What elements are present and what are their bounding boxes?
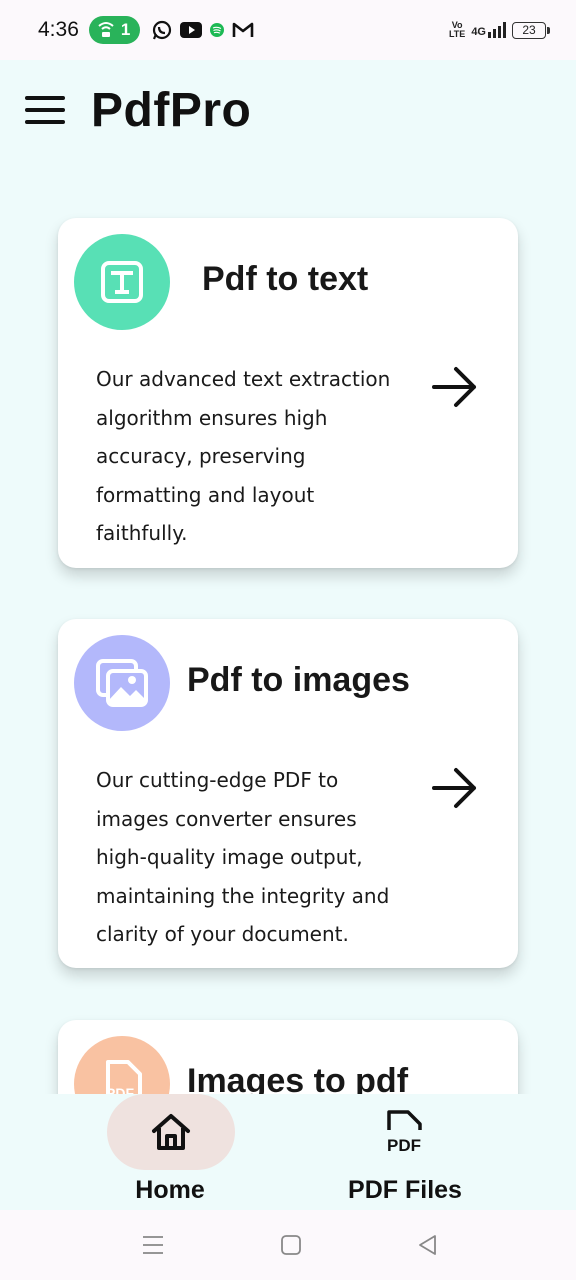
back-icon[interactable] [416, 1234, 440, 1256]
arrow-right-icon[interactable] [432, 364, 478, 410]
hotspot-indicator: 1 [88, 16, 141, 44]
svg-text:PDF: PDF [387, 1136, 421, 1154]
battery-icon: 23 [512, 21, 550, 39]
volte-indicator: Vo LTE [448, 20, 466, 39]
pdf-file-icon: PDF [387, 1110, 422, 1154]
pdf-to-text-card[interactable]: Pdf to text Our advanced text extraction… [58, 218, 518, 568]
app-bar: PdfPro [0, 60, 576, 160]
card-icon-badge [74, 234, 170, 330]
nav-home[interactable]: Home [70, 1094, 270, 1210]
hotspot-count: 1 [120, 20, 131, 39]
card-title: Pdf to images [187, 661, 410, 699]
nav-home-label: Home [135, 1176, 205, 1204]
card-icon-badge: PDF [74, 1036, 170, 1094]
gmail-icon [233, 22, 254, 37]
nav-pdf-files-label: PDF Files [348, 1176, 462, 1204]
youtube-icon [180, 22, 203, 38]
feature-list[interactable]: Pdf to text Our advanced text extraction… [0, 160, 576, 1094]
status-bar: 4:36 1 Vo LTE 4G 23 [0, 0, 576, 60]
network-type: 4G [471, 26, 486, 38]
images-to-pdf-card[interactable]: PDF Images to pdf [58, 1020, 518, 1094]
card-title: Pdf to text [202, 260, 369, 298]
notification-icons [152, 20, 254, 40]
whatsapp-icon [153, 20, 172, 40]
signal-icon [488, 22, 506, 38]
status-time: 4:36 [38, 18, 79, 41]
battery-level: 23 [522, 23, 536, 37]
card-description: Our advanced text extraction algorithm e… [96, 367, 391, 545]
bottom-navigation: Home PDF PDF Files [0, 1094, 576, 1210]
card-icon-badge [74, 635, 170, 731]
recents-icon[interactable] [141, 1234, 165, 1256]
home-button-icon[interactable] [279, 1234, 303, 1256]
system-navigation-bar [0, 1210, 576, 1280]
home-icon [152, 1114, 190, 1150]
svg-text:PDF: PDF [106, 1085, 134, 1094]
images-icon [96, 659, 148, 707]
app-title: PdfPro [91, 83, 252, 137]
card-description: Our cutting-edge PDF to images converter… [96, 768, 390, 946]
arrow-right-icon[interactable] [432, 765, 478, 811]
card-title: Images to pdf [187, 1062, 409, 1094]
hotspot-icon [98, 22, 114, 37]
pdf-file-icon: PDF [106, 1060, 142, 1094]
nav-pdf-files[interactable]: PDF PDF Files [305, 1094, 505, 1210]
signal-indicator: 4G [471, 22, 506, 38]
system-status: Vo LTE 4G 23 [448, 20, 550, 39]
spotify-icon [210, 23, 225, 37]
pdf-to-images-card[interactable]: Pdf to images Our cutting-edge PDF to im… [58, 619, 518, 968]
nav-icon-holder: PDF [342, 1094, 470, 1170]
text-icon [101, 261, 143, 303]
menu-icon[interactable] [25, 96, 65, 124]
nav-active-indicator [107, 1094, 235, 1170]
